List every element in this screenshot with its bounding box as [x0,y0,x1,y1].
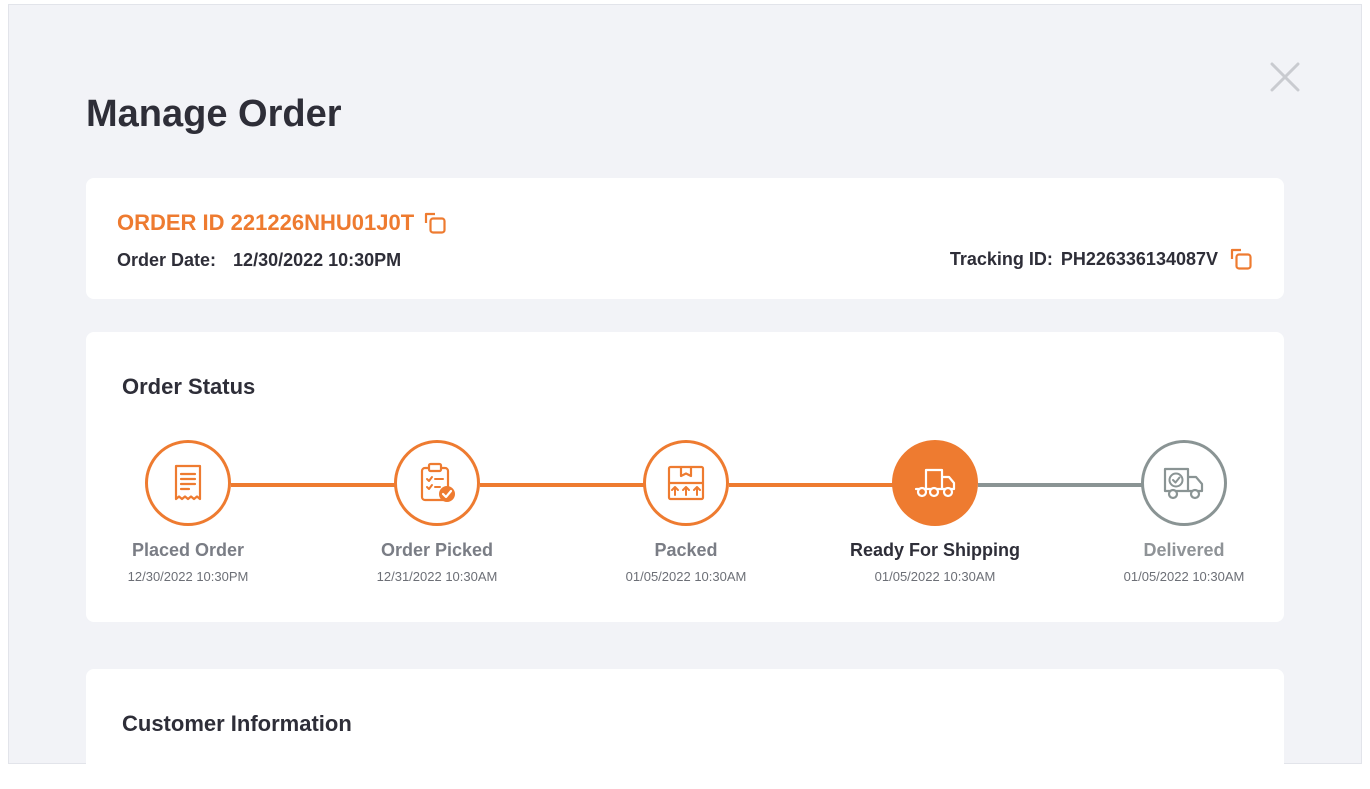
copy-tracking-id-icon[interactable] [1228,246,1254,272]
step-circle [1141,440,1227,526]
step-label: Delivered [1143,540,1225,560]
status-step: Delivered 01/05/2022 10:30AM [1094,440,1274,584]
clipboard-check-icon [420,462,455,502]
step-date: 01/05/2022 10:30AM [874,569,996,584]
step-label: Order Picked [380,540,494,560]
step-label: Ready For Shipping [849,540,1020,560]
step-date: 01/05/2022 10:30AM [1123,569,1245,584]
step-date: 12/31/2022 10:30AM [376,569,498,584]
order-date-label: Order Date: [117,250,217,270]
tracking-id-value: PH226336134087V [1060,248,1218,269]
step-label: Packed [654,540,718,560]
package-icon [667,465,705,501]
order-date: Order Date: 12/30/2022 10:30PM [117,250,401,271]
tracking-id: Tracking ID: PH226336134087V [950,246,1254,272]
status-step: Order Picked 12/31/2022 10:30AM [347,440,527,584]
tracking-id-label: Tracking ID: [949,248,1053,269]
close-icon[interactable] [1269,61,1301,93]
step-label: Placed Order [131,540,245,560]
step-circle [643,440,729,526]
step-date: 01/05/2022 10:30AM [625,569,747,584]
receipt-icon [174,464,202,501]
step-circle [394,440,480,526]
copy-order-id-icon[interactable] [422,210,448,236]
step-circle [892,440,978,526]
truck-check-icon [1163,467,1204,500]
status-tracker: Placed Order 12/30/2022 10:30PM Order Pi… [86,332,1284,622]
manage-order-modal: Manage Order ORDER ID 221226NHU01J0T Ord… [8,4,1362,789]
order-status-card: Order Status Placed Order 12/30/2022 10:… [86,332,1284,622]
step-date: 12/30/2022 10:30PM [127,569,249,584]
status-step: Packed 01/05/2022 10:30AM [596,440,776,584]
status-step: Ready For Shipping 01/05/2022 10:30AM [845,440,1025,584]
page-title: Manage Order [86,93,342,135]
customer-info-card: Customer Information [86,669,1284,789]
status-step: Placed Order 12/30/2022 10:30PM [98,440,278,584]
order-info-card: ORDER ID 221226NHU01J0T Order Date: 12/3… [86,178,1284,299]
customer-info-title: Customer Information [122,711,352,736]
order-date-value: 12/30/2022 10:30PM [233,250,402,270]
order-id: ORDER ID 221226NHU01J0T [117,210,415,235]
step-circle [145,440,231,526]
truck-icon [914,468,956,498]
